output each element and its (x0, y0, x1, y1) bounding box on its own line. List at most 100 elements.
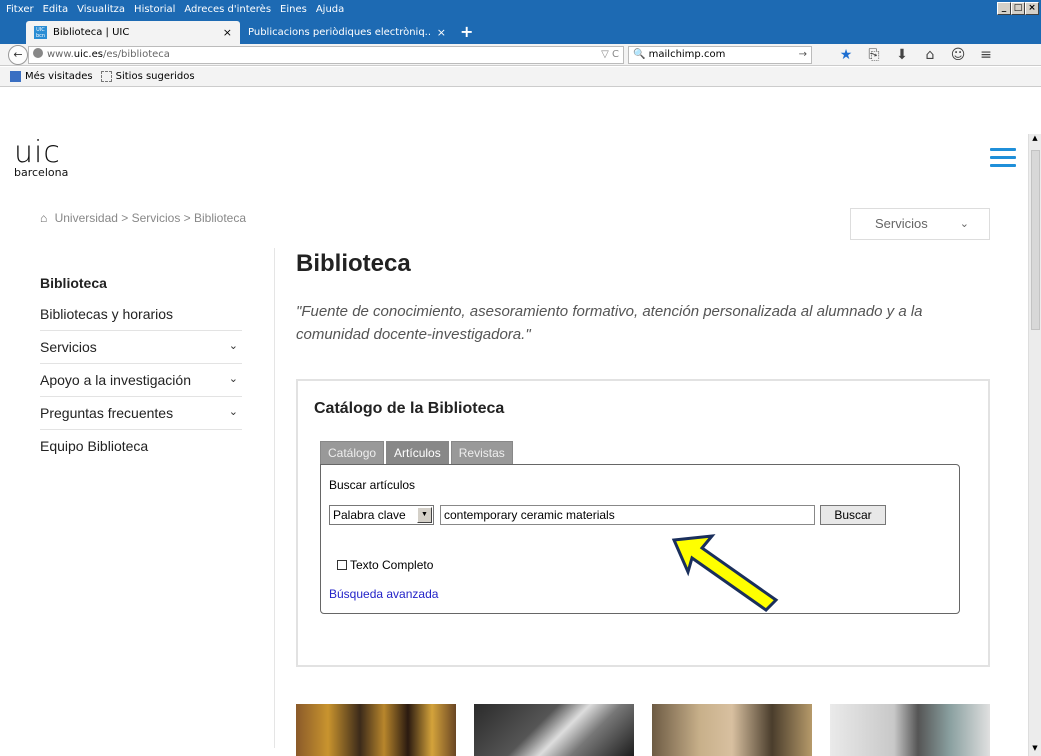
sidebar-item-label: Equipo Biblioteca (40, 438, 149, 454)
bookmarks-bar: Més visitades Sitios sugeridos (0, 67, 1041, 87)
back-button[interactable]: ← (8, 45, 28, 65)
search-label: Buscar artículos (329, 478, 416, 492)
menu-help[interactable]: Ajuda (316, 4, 344, 15)
select-value: Palabra clave (333, 508, 406, 522)
url-prefix: www. (47, 49, 74, 60)
tab-publicacions[interactable]: Publicacions periòdiques electròniq... × (240, 21, 454, 44)
services-dropdown[interactable]: Servicios ⌄ (850, 208, 990, 240)
catalog-title: Catálogo de la Biblioteca (314, 400, 505, 417)
search-go-icon[interactable]: → (799, 47, 807, 63)
hamburger-menu-icon[interactable]: ≡ (972, 46, 1000, 64)
student-thumbnail[interactable] (652, 704, 812, 756)
services-dropdown-label: Servicios (875, 216, 928, 231)
sidebar-item-label: Bibliotecas y horarios (40, 306, 174, 322)
home-icon[interactable]: ⌂ (40, 211, 47, 225)
most-visited-icon (10, 71, 21, 82)
sidebar-item-servicios[interactable]: Servicios ⌄ (40, 331, 242, 364)
tab-revistas[interactable]: Revistas (450, 441, 513, 464)
search-field-select[interactable]: Palabra clave ▼ (329, 505, 434, 525)
chevron-down-icon[interactable]: ⌄ (229, 405, 238, 418)
url-path: /es/biblioteca (102, 49, 170, 60)
sidebar-item-label: Servicios (40, 339, 97, 355)
logo-subtext: barcelona (14, 166, 69, 179)
close-window-button[interactable]: × (1025, 2, 1039, 15)
page-title: Biblioteca (296, 250, 411, 277)
minimize-button[interactable]: _ (997, 2, 1011, 15)
logo-text: uic (14, 135, 61, 170)
window-controls: _ □ × (997, 2, 1039, 15)
site-menu-icon[interactable] (990, 148, 1016, 172)
books-thumbnail[interactable] (296, 704, 456, 756)
breadcrumb-path[interactable]: Universidad > Servicios > Biblioteca (55, 211, 246, 225)
column-divider (274, 248, 275, 748)
breadcrumb: ⌂ Universidad > Servicios > Biblioteca (40, 211, 246, 225)
menu-tools[interactable]: Eines (280, 4, 307, 15)
dropdown-arrow-icon[interactable]: ▼ (417, 507, 432, 523)
chevron-down-icon: ⌄ (959, 218, 969, 230)
sidebar-item-equipo[interactable]: Equipo Biblioteca (40, 430, 242, 462)
advanced-search-link[interactable]: Búsqueda avanzada (329, 587, 438, 601)
url-bar[interactable]: www.uic.es/es/biblioteca ▽ C (28, 46, 624, 64)
chat-icon[interactable]: ☺ (944, 46, 972, 64)
reading-list-icon[interactable]: ⎘ (860, 46, 888, 64)
scroll-up-icon[interactable]: ▲ (1029, 134, 1041, 146)
menu-bookmarks[interactable]: Adreces d'interès (184, 4, 271, 15)
navigation-bar: ← www.uic.es/es/biblioteca ▽ C 🔍 mailchi… (0, 44, 1041, 66)
folder-icon (100, 71, 112, 82)
search-value: mailchimp.com (648, 49, 726, 60)
tab-title: Publicacions periòdiques electròniq... (248, 27, 431, 38)
annotation-arrow-icon (671, 534, 779, 612)
laptop-thumbnail[interactable] (474, 704, 634, 756)
bookmark-most-visited[interactable]: Més visitades (25, 71, 93, 82)
tab-articulos[interactable]: Artículos (386, 441, 449, 464)
scroll-thumb[interactable] (1031, 150, 1040, 330)
page-content: uic barcelona ⌂ Universidad > Servicios … (0, 88, 1028, 756)
page-lead: "Fuente de conocimiento, asesoramiento f… (296, 303, 923, 343)
new-tab-button[interactable]: + (460, 22, 473, 41)
menu-file[interactable]: Fitxer (6, 4, 34, 15)
uic-favicon-icon: UIC bcn (34, 26, 47, 39)
catalog-search-panel: Buscar artículos Palabra clave ▼ contemp… (320, 464, 960, 614)
sidebar-item-apoyo[interactable]: Apoyo a la investigación ⌄ (40, 364, 242, 397)
url-domain: uic.es (73, 49, 103, 60)
maximize-button[interactable]: □ (1011, 2, 1025, 15)
chevron-down-icon[interactable]: ⌄ (229, 372, 238, 385)
tab-catalogo[interactable]: Catálogo (320, 441, 385, 464)
checkbox-box[interactable] (337, 560, 347, 570)
page-scrollbar[interactable]: ▲ ▼ (1028, 134, 1041, 756)
menu-view[interactable]: Visualitza (77, 4, 125, 15)
sidebar: Biblioteca Bibliotecas y horarios Servic… (40, 268, 242, 462)
menu-edit[interactable]: Edita (43, 4, 69, 15)
chevron-down-icon[interactable]: ⌄ (229, 339, 238, 352)
article-search-input[interactable]: contemporary ceramic materials (440, 505, 815, 525)
menu-bar: Fitxer Edita Visualitza Historial Adrece… (0, 0, 1041, 18)
thumbnail-row (296, 704, 1008, 756)
full-text-checkbox[interactable]: Texto Completo (337, 558, 433, 572)
buscar-button[interactable]: Buscar (820, 505, 886, 525)
tab-close-icon[interactable]: × (437, 26, 446, 39)
catalog-tabs: Catálogo Artículos Revistas (320, 441, 515, 464)
sidebar-item-label: Apoyo a la investigación (40, 372, 191, 388)
sidebar-item-preguntas[interactable]: Preguntas frecuentes ⌄ (40, 397, 242, 430)
bookmark-star-icon[interactable]: ★ (832, 46, 860, 64)
globe-icon (33, 48, 43, 58)
download-icon[interactable]: ⬇ (888, 46, 916, 64)
library-thumbnail[interactable] (830, 704, 990, 756)
scroll-down-icon[interactable]: ▼ (1029, 744, 1041, 756)
menu-history[interactable]: Historial (134, 4, 175, 15)
sidebar-item-bibliotecas[interactable]: Bibliotecas y horarios (40, 298, 242, 331)
sidebar-heading[interactable]: Biblioteca (40, 268, 242, 298)
search-icon: 🔍 (633, 49, 646, 60)
bookmark-suggested[interactable]: Sitios sugeridos (116, 71, 195, 82)
tab-biblioteca[interactable]: UIC bcn Biblioteca | UIC × (26, 21, 240, 44)
home-icon[interactable]: ⌂ (916, 46, 944, 64)
catalog-box: Catálogo de la Biblioteca Catálogo Artíc… (296, 379, 990, 667)
search-input[interactable]: 🔍 mailchimp.com → (628, 46, 812, 64)
checkbox-label: Texto Completo (350, 558, 434, 572)
tab-title: Biblioteca | UIC (53, 27, 130, 38)
tab-strip: UIC bcn Biblioteca | UIC × Publicacions … (0, 18, 1041, 44)
sidebar-item-label: Preguntas frecuentes (40, 405, 174, 421)
reload-icon[interactable]: ▽ C (601, 47, 619, 63)
uic-logo[interactable]: uic barcelona (14, 135, 69, 180)
tab-close-icon[interactable]: × (223, 26, 232, 39)
